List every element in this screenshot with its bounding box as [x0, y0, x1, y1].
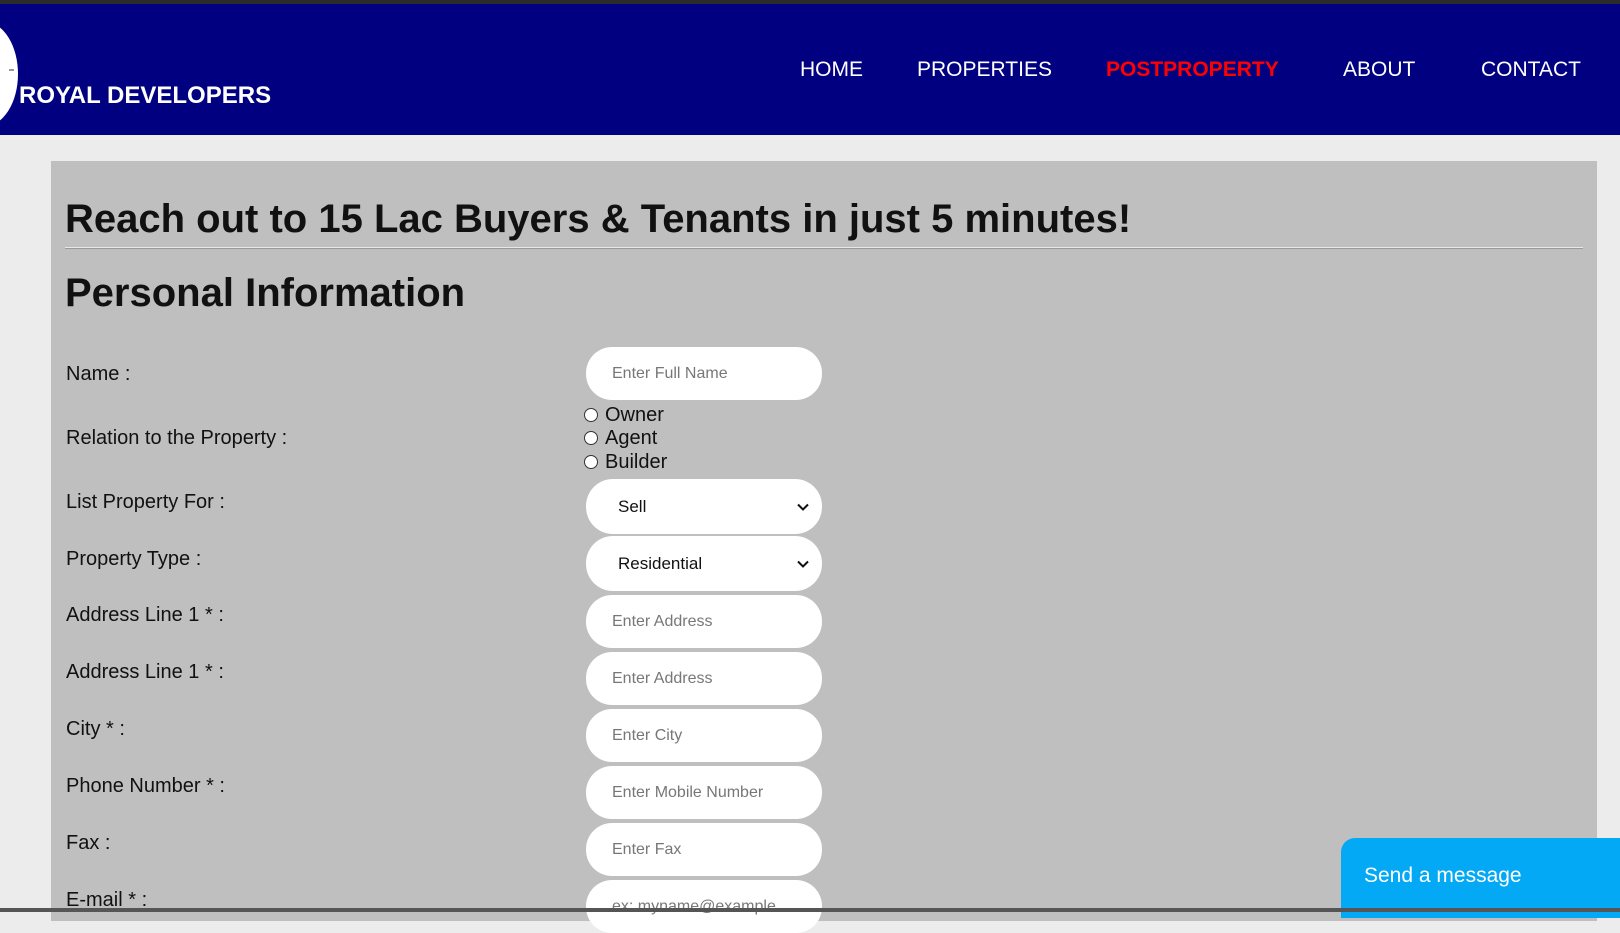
radio-builder[interactable]: Builder [584, 451, 667, 473]
radio-agent[interactable]: Agent [584, 427, 657, 449]
fax-label: Fax : [66, 832, 111, 854]
list-for-select[interactable]: Sell [586, 479, 822, 534]
radio-builder-label: Builder [605, 450, 668, 473]
send-message-widget[interactable]: Send a message [1341, 838, 1620, 918]
address2-label: Address Line 1 * : [66, 661, 224, 683]
address1-label: Address Line 1 * : [66, 604, 224, 626]
radio-agent-label: Agent [605, 426, 658, 449]
list-for-label: List Property For : [66, 491, 225, 513]
nav-home[interactable]: HOME [800, 58, 863, 82]
address1-input[interactable] [586, 595, 822, 648]
radio-owner-button[interactable] [584, 408, 598, 422]
property-type-select[interactable]: Residential [586, 536, 822, 591]
chevron-down-icon [797, 503, 809, 511]
section-title: Personal Information [65, 271, 466, 315]
site-header: ROYAL DEVELOPERS HOME PROPERTIES POSTPRO… [0, 4, 1620, 135]
nav-contact[interactable]: CONTACT [1481, 58, 1581, 82]
phone-input[interactable] [586, 766, 822, 819]
nav-about[interactable]: ABOUT [1343, 58, 1415, 82]
send-message-label: Send a message [1364, 864, 1522, 887]
divider [65, 247, 1583, 249]
property-type-value: Residential [618, 553, 703, 573]
email-input[interactable] [586, 880, 822, 933]
property-type-label: Property Type : [66, 548, 202, 570]
main-nav: HOME PROPERTIES POSTPROPERTY ABOUT CONTA… [0, 58, 1620, 88]
relation-label: Relation to the Property : [66, 427, 288, 449]
name-label: Name : [66, 363, 131, 385]
post-property-form-panel: Reach out to 15 Lac Buyers & Tenants in … [51, 161, 1597, 933]
phone-label: Phone Number * : [66, 775, 225, 797]
radio-agent-button[interactable] [584, 431, 598, 445]
chevron-down-icon [797, 560, 809, 568]
fax-input[interactable] [586, 823, 822, 876]
list-for-value: Sell [618, 496, 647, 516]
radio-owner[interactable]: Owner [584, 404, 664, 426]
city-input[interactable] [586, 709, 822, 762]
city-label: City * : [66, 718, 125, 740]
nav-postproperty[interactable]: POSTPROPERTY [1106, 58, 1279, 82]
radio-builder-button[interactable] [584, 455, 598, 469]
radio-owner-label: Owner [605, 403, 664, 426]
name-input[interactable] [586, 347, 822, 400]
page-headline: Reach out to 15 Lac Buyers & Tenants in … [65, 197, 1132, 241]
address2-input[interactable] [586, 652, 822, 705]
nav-properties[interactable]: PROPERTIES [917, 58, 1052, 82]
bottom-border [0, 908, 1620, 912]
